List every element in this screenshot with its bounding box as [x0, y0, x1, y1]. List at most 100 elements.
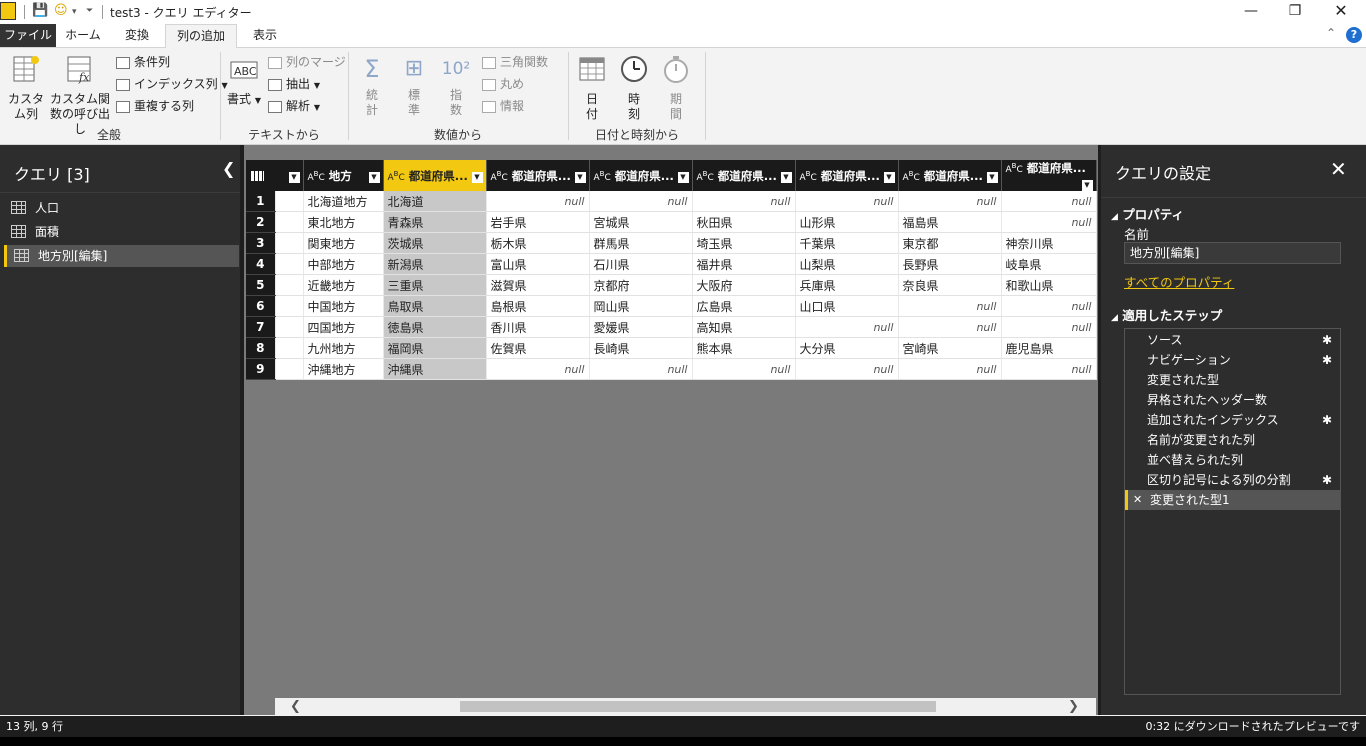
- all-properties-link[interactable]: すべてのプロパティ: [1124, 272, 1234, 291]
- table-cell[interactable]: 秋田県: [692, 211, 796, 233]
- table-cell[interactable]: 神奈川県: [1001, 232, 1097, 254]
- text-type-icon[interactable]: ABC: [308, 170, 325, 183]
- table-cell[interactable]: 青森県: [383, 211, 487, 233]
- text-type-icon[interactable]: ABC: [903, 170, 920, 183]
- table-cell[interactable]: 新潟県: [383, 253, 487, 275]
- table-cell[interactable]: 高知県: [692, 316, 796, 338]
- table-cell[interactable]: 岐阜県: [1001, 253, 1097, 275]
- column-header[interactable]: ABC 地方 ▼: [303, 160, 384, 191]
- gear-icon[interactable]: ✱: [1322, 350, 1332, 370]
- table-cell[interactable]: null: [692, 358, 796, 380]
- minimize-icon[interactable]: —: [1228, 0, 1274, 24]
- table-cell[interactable]: 滋賀県: [486, 274, 590, 296]
- table-cell[interactable]: 北海道地方: [303, 191, 384, 212]
- statistics-button[interactable]: Σ 統計: [356, 54, 388, 118]
- table-cell[interactable]: 群馬県: [589, 232, 693, 254]
- query-item-area[interactable]: 面積: [4, 221, 236, 243]
- applied-step[interactable]: 変更された型: [1125, 370, 1340, 390]
- table-cell[interactable]: 長崎県: [589, 337, 693, 359]
- merge-columns-button[interactable]: 列のマージ: [268, 53, 346, 71]
- table-cell[interactable]: 岩手県: [486, 211, 590, 233]
- scrollbar-thumb[interactable]: [460, 701, 936, 712]
- table-cell[interactable]: 大阪府: [692, 274, 796, 296]
- tab-file[interactable]: ファイル: [0, 24, 56, 47]
- applied-step[interactable]: ✕ 変更された型1: [1125, 490, 1340, 510]
- table-cell[interactable]: 福島県: [898, 211, 1002, 233]
- table-cell[interactable]: 千葉県: [795, 232, 899, 254]
- table-cell[interactable]: 宮城県: [589, 211, 693, 233]
- custom-column-button[interactable]: カスタム列: [6, 54, 46, 122]
- table-cell[interactable]: 奈良県: [898, 274, 1002, 296]
- date-button[interactable]: 日付: [576, 54, 608, 122]
- table-cell[interactable]: null: [1001, 295, 1097, 317]
- table-cell[interactable]: 東京都: [898, 232, 1002, 254]
- text-type-icon[interactable]: ABC: [1006, 162, 1023, 175]
- table-cell[interactable]: null: [795, 191, 899, 212]
- row-number[interactable]: 2: [246, 211, 276, 233]
- gear-icon[interactable]: ✱: [1322, 410, 1332, 430]
- tab-home[interactable]: ホーム: [58, 24, 108, 47]
- query-item-by-region[interactable]: 地方別[編集]: [4, 245, 239, 267]
- applied-steps-section[interactable]: ◢ 適用したステップ: [1111, 305, 1222, 324]
- applied-step[interactable]: 区切り記号による列の分割 ✱: [1125, 470, 1340, 490]
- column-header[interactable]: ABC 都道府県... ▼: [1001, 160, 1097, 191]
- row-number[interactable]: 7: [246, 316, 276, 338]
- table-cell[interactable]: null: [898, 316, 1002, 338]
- smiley-feedback-icon[interactable]: ☺: [54, 3, 68, 18]
- format-button[interactable]: ABC 書式 ▼: [226, 54, 262, 108]
- table-cell[interactable]: 長野県: [898, 253, 1002, 275]
- table-cell[interactable]: null: [692, 191, 796, 212]
- table-cell[interactable]: 宮崎県: [898, 337, 1002, 359]
- table-cell[interactable]: 沖縄県: [383, 358, 487, 380]
- text-type-icon[interactable]: ABC: [697, 170, 714, 183]
- row-number[interactable]: 8: [246, 337, 276, 359]
- row-number[interactable]: 5: [246, 274, 276, 296]
- table-cell[interactable]: 四国地方: [303, 316, 384, 338]
- applied-step[interactable]: 追加されたインデックス ✱: [1125, 410, 1340, 430]
- column-header[interactable]: ABC 都道府県... ▼: [383, 160, 487, 191]
- text-type-icon[interactable]: ABC: [800, 170, 817, 183]
- table-cell[interactable]: null: [589, 358, 693, 380]
- column-header[interactable]: ABC 都道府県... ▼: [692, 160, 796, 191]
- table-cell[interactable]: 茨城県: [383, 232, 487, 254]
- tab-transform[interactable]: 変換: [112, 24, 162, 47]
- rounding-button[interactable]: 丸め: [482, 75, 524, 93]
- filter-dropdown-icon[interactable]: ▼: [883, 171, 895, 183]
- parse-button[interactable]: 解析 ▼: [268, 97, 320, 115]
- table-cell[interactable]: 京都府: [589, 274, 693, 296]
- tab-view[interactable]: 表示: [242, 24, 288, 47]
- table-cell[interactable]: 岡山県: [589, 295, 693, 317]
- row-number[interactable]: 6: [246, 295, 276, 317]
- save-icon[interactable]: 💾: [32, 3, 48, 18]
- table-cell[interactable]: 香川県: [486, 316, 590, 338]
- table-cell[interactable]: 熊本県: [692, 337, 796, 359]
- table-cell[interactable]: 大分県: [795, 337, 899, 359]
- standard-button[interactable]: ⊞ 標準: [398, 54, 430, 118]
- gear-icon[interactable]: ✱: [1322, 330, 1332, 350]
- table-cell[interactable]: 兵庫県: [795, 274, 899, 296]
- customize-toolbar-icon[interactable]: ⏷: [86, 6, 93, 16]
- tab-add-column[interactable]: 列の追加: [165, 24, 237, 48]
- table-cell[interactable]: null: [795, 316, 899, 338]
- table-cell[interactable]: 福井県: [692, 253, 796, 275]
- table-cell[interactable]: 三重県: [383, 274, 487, 296]
- information-button[interactable]: 情報: [482, 97, 524, 115]
- table-cell[interactable]: 埼玉県: [692, 232, 796, 254]
- applied-step[interactable]: ナビゲーション ✱: [1125, 350, 1340, 370]
- index-column-button[interactable]: インデックス列 ▼: [116, 75, 228, 93]
- row-number[interactable]: 1: [246, 191, 276, 212]
- filter-dropdown-icon[interactable]: ▼: [368, 171, 380, 183]
- text-type-icon[interactable]: ABC: [388, 170, 405, 183]
- table-cell[interactable]: 福岡県: [383, 337, 487, 359]
- table-cell[interactable]: null: [486, 358, 590, 380]
- close-window-icon[interactable]: ✕: [1318, 0, 1364, 24]
- table-cell[interactable]: 栃木県: [486, 232, 590, 254]
- extract-button[interactable]: 抽出 ▼: [268, 75, 320, 93]
- table-cell[interactable]: 島根県: [486, 295, 590, 317]
- applied-step[interactable]: ソース ✱: [1125, 330, 1340, 350]
- table-cell[interactable]: 山梨県: [795, 253, 899, 275]
- table-cell[interactable]: null: [486, 191, 590, 212]
- scroll-right-icon[interactable]: ❯: [1065, 698, 1082, 715]
- text-type-icon[interactable]: ABC: [491, 170, 508, 183]
- time-button[interactable]: 時刻: [618, 54, 650, 122]
